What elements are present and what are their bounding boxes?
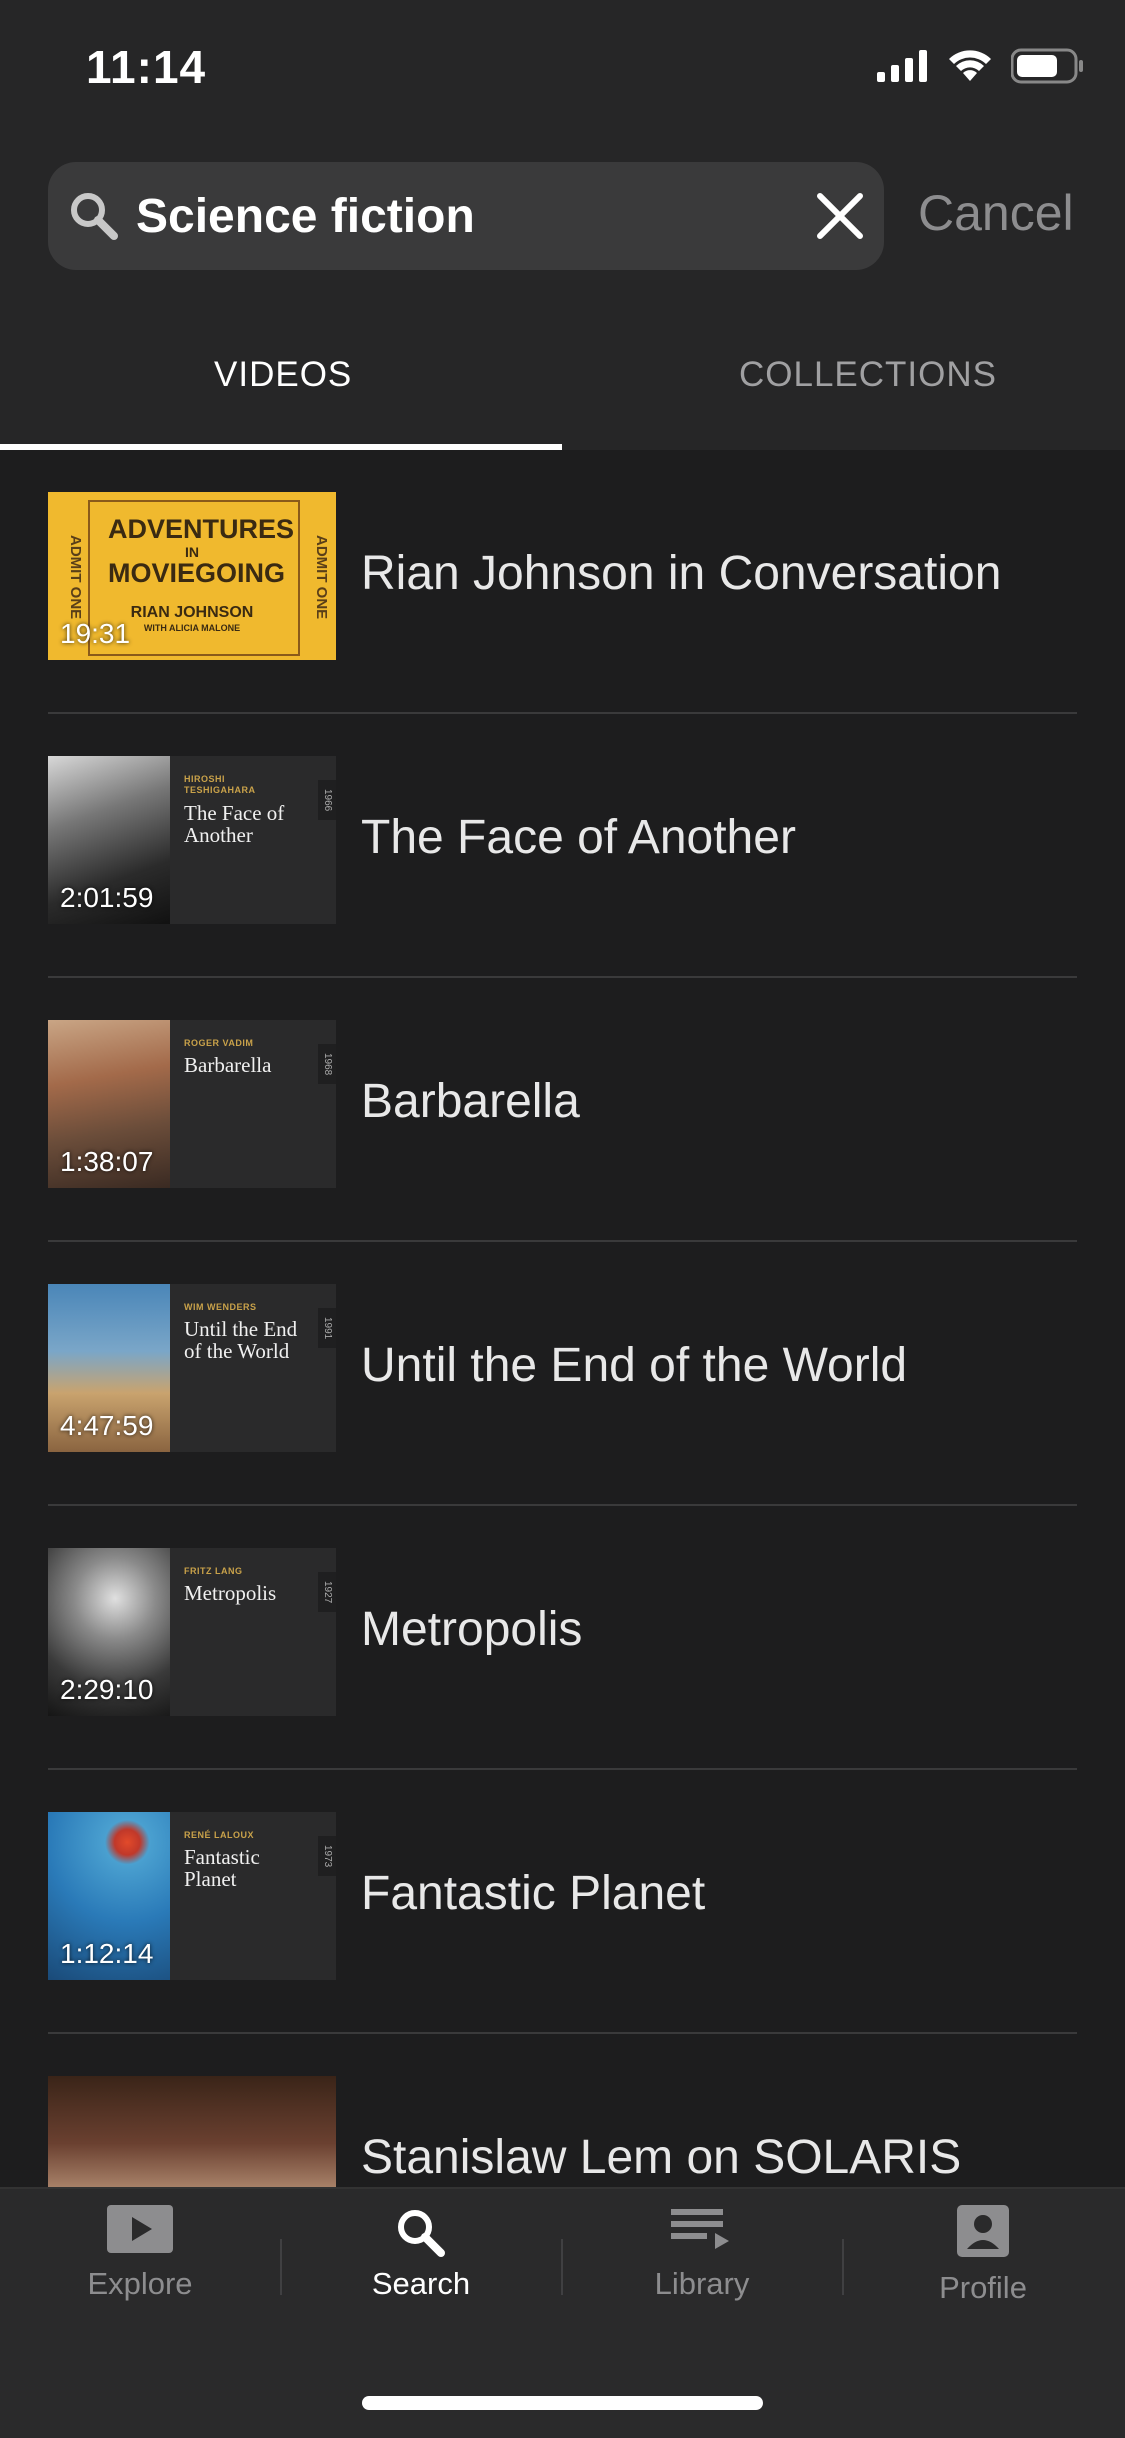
- duration-badge: 19:31: [60, 618, 131, 649]
- year-label: 1966: [318, 780, 336, 820]
- signal-icon: [877, 50, 927, 82]
- poster-line3: MOVIEGOING: [108, 558, 286, 588]
- list-item[interactable]: HIROSHI TESHIGAHARA The Face of Another …: [48, 714, 1077, 978]
- status-icons: [877, 48, 1085, 84]
- year-label: 1927: [318, 1572, 336, 1612]
- video-title[interactable]: Metropolis: [361, 1602, 582, 1657]
- status-time: 11:14: [86, 41, 207, 93]
- title-card: RENÉ LALOUX Fantastic Planet 1973: [170, 1812, 336, 1980]
- list-item[interactable]: RENÉ LALOUX Fantastic Planet 1973 1:12:1…: [48, 1770, 1077, 2034]
- poster-line4: RIAN JOHNSON: [130, 604, 254, 621]
- director-label: RENÉ LALOUX: [184, 1830, 255, 1840]
- card-title: Fantastic Planet: [184, 1845, 260, 1891]
- director-label: ROGER VADIM: [184, 1038, 254, 1048]
- card-title: Until the End of the World: [184, 1317, 298, 1363]
- video-thumbnail[interactable]: ROGER VADIM Barbarella 1968 1:38:07: [48, 1020, 336, 1188]
- year-label: 1973: [318, 1836, 336, 1876]
- title-card: WIM WENDERS Until the End of the World 1…: [170, 1284, 336, 1452]
- director-label: WIM WENDERS: [184, 1302, 257, 1312]
- library-icon: [671, 2209, 729, 2249]
- video-title[interactable]: Rian Johnson in Conversation: [361, 546, 1001, 601]
- tab-label: Library: [654, 2266, 750, 2301]
- video-thumbnail[interactable]: RENÉ LALOUX Fantastic Planet 1973 1:12:1…: [48, 1812, 336, 1980]
- profile-icon: [957, 2205, 1009, 2257]
- tab-label: Search: [371, 2266, 471, 2301]
- list-item[interactable]: ROGER VADIM Barbarella 1968 1:38:07 Barb…: [48, 978, 1077, 1242]
- tab-search[interactable]: Search: [326, 2205, 516, 2302]
- clear-icon[interactable]: [812, 188, 868, 244]
- play-icon: [107, 2205, 173, 2253]
- tab-profile[interactable]: Profile: [888, 2205, 1078, 2306]
- tab-label: Profile: [939, 2270, 1027, 2305]
- admit-one-right: ADMIT ONE: [313, 534, 330, 620]
- poster-line5: WITH ALICIA MALONE: [143, 623, 241, 633]
- list-item[interactable]: FRITZ LANG Metropolis 1927 2:29:10 Metro…: [48, 1506, 1077, 1770]
- duration-badge: 2:01:59: [60, 882, 154, 913]
- year-label: 1968: [318, 1044, 336, 1084]
- director-label: FRITZ LANG: [184, 1566, 243, 1576]
- video-title[interactable]: The Face of Another: [361, 810, 796, 865]
- video-thumbnail[interactable]: FRITZ LANG Metropolis 1927 2:29:10: [48, 1548, 336, 1716]
- search-icon: [398, 2210, 445, 2257]
- video-title[interactable]: Fantastic Planet: [361, 1866, 705, 1921]
- admit-one-left: ADMIT ONE: [67, 534, 84, 620]
- card-title: The Face of Another: [184, 801, 285, 847]
- tab-collections[interactable]: COLLECTIONS: [739, 355, 997, 395]
- wifi-icon: [949, 50, 991, 81]
- tab-videos[interactable]: VIDEOS: [214, 355, 352, 395]
- title-card: FRITZ LANG Metropolis 1927: [170, 1548, 336, 1716]
- poster-line1: ADVENTURES: [108, 514, 295, 544]
- tab-divider: [561, 2239, 563, 2295]
- video-title[interactable]: Stanislaw Lem on SOLARIS: [361, 2130, 961, 2185]
- cancel-button[interactable]: Cancel: [918, 184, 1074, 242]
- tab-library[interactable]: Library: [607, 2205, 797, 2302]
- tab-divider: [280, 2239, 282, 2295]
- tab-divider: [842, 2239, 844, 2295]
- list-item[interactable]: ADMIT ONE ADMIT ONE ADVENTURES IN MOVIEG…: [48, 450, 1077, 714]
- video-title[interactable]: Barbarella: [361, 1074, 580, 1129]
- director-label: HIROSHI TESHIGAHARA: [184, 774, 256, 795]
- duration-badge: 1:38:07: [60, 1146, 154, 1177]
- card-title: Metropolis: [184, 1581, 277, 1605]
- search-field[interactable]: Science fiction: [48, 162, 884, 270]
- battery-icon: [1011, 48, 1083, 84]
- list-item[interactable]: WIM WENDERS Until the End of the World 1…: [48, 1242, 1077, 1506]
- home-indicator: [362, 2396, 763, 2410]
- card-title: Barbarella: [184, 1053, 272, 1077]
- video-title[interactable]: Until the End of the World: [361, 1338, 907, 1393]
- tab-label: Explore: [87, 2266, 193, 2301]
- title-card: ROGER VADIM Barbarella 1968: [170, 1020, 336, 1188]
- header: 11:14 Science fiction Cancel VIDEOS COLL…: [0, 0, 1125, 450]
- title-card: HIROSHI TESHIGAHARA The Face of Another …: [170, 756, 336, 924]
- duration-badge: 2:29:10: [60, 1674, 154, 1705]
- search-input[interactable]: Science fiction: [136, 189, 475, 244]
- duration-badge: 1:12:14: [60, 1938, 154, 1969]
- tab-explore[interactable]: Explore: [45, 2205, 235, 2302]
- duration-badge: 4:47:59: [60, 1410, 154, 1441]
- video-thumbnail[interactable]: ADMIT ONE ADMIT ONE ADVENTURES IN MOVIEG…: [48, 492, 336, 660]
- video-thumbnail[interactable]: HIROSHI TESHIGAHARA The Face of Another …: [48, 756, 336, 924]
- video-thumbnail[interactable]: WIM WENDERS Until the End of the World 1…: [48, 1284, 336, 1452]
- year-label: 1991: [318, 1308, 336, 1348]
- search-icon: [71, 193, 118, 240]
